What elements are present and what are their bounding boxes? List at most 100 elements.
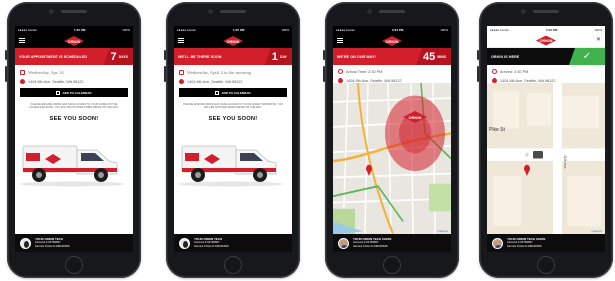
app-screen: ●●●●● Carrier 1:45 PM 100% ORKIN WE'LL B… <box>174 26 292 252</box>
front-camera <box>208 9 213 14</box>
status-time: 2:30 PM <box>546 28 558 32</box>
speaker-grill <box>220 10 246 13</box>
clock-icon <box>492 69 497 74</box>
orkin-logo: ORKIN <box>536 35 556 46</box>
add-to-calendar-button[interactable]: ADD TO CALENDAR <box>179 88 287 97</box>
menu-icon[interactable] <box>178 38 184 43</box>
tech-info-bar[interactable]: YOUR ORKIN TECH Account # 04784567 Servi… <box>15 234 133 252</box>
countdown-banner: WE'RE ON OUR WAY! 45 MINS <box>333 48 451 65</box>
address-row: 1404 6th Ave, Seattle, WA 98122 <box>15 77 133 86</box>
service-truck-image <box>174 128 292 188</box>
app-header: ORKIN <box>15 34 133 48</box>
location-pin-icon <box>179 79 184 84</box>
tech-avatar <box>492 237 503 249</box>
avenue-label: 11th Ave <box>563 155 567 169</box>
home-button[interactable] <box>537 256 555 274</box>
access-note: PLEASE ENSURE ORKIN HAS SAFE ACCESS TO Y… <box>183 103 283 110</box>
app-header: ORKIN <box>174 34 292 48</box>
menu-icon[interactable] <box>19 38 25 43</box>
app-screen: ●●●●● Carrier 2:30 PM 100% ORKIN ✕ ORKIN… <box>487 26 605 252</box>
address-text: 1404 6th Ave, Seattle, WA 98122 <box>346 78 402 83</box>
battery-label: 100% <box>594 28 602 32</box>
phone-appointment-scheduled: ●●●●● Carrier 1:45 PM 100% ORKIN YOUR AP… <box>5 2 141 278</box>
countdown-banner: YOUR APPOINTMENT IS SCHEDULED 7 DAYS <box>15 48 133 65</box>
address-text: 1404 6th Ave, Seattle, WA 98122 <box>500 78 556 83</box>
arrival-time: Arrival Time: 2:30 PM <box>346 69 383 74</box>
home-button[interactable] <box>65 256 83 274</box>
carrier-label: ●●●●● Carrier <box>336 28 356 32</box>
map-credit: mapbox <box>591 229 602 233</box>
speaker-grill <box>61 10 87 13</box>
countdown-banner: WE'LL BE THERE SOON 1 DAY <box>174 48 292 65</box>
service-ticket: Service Ticket # 230246645 <box>35 243 70 248</box>
orkin-logo: ORKIN <box>223 36 243 46</box>
front-camera <box>49 9 54 14</box>
street-map <box>487 83 605 234</box>
status-bar: ●●●●● Carrier 2:30 PM 100% <box>487 26 605 34</box>
tracking-map[interactable]: ORKIN mapbox <box>333 83 451 234</box>
service-truck-image <box>15 128 133 188</box>
countdown-unit: MINS <box>437 54 446 59</box>
arrival-map[interactable]: Pike St 11th Ave mapbox <box>487 83 605 234</box>
arrival-row: Arrived: 2:30 PM <box>487 67 605 76</box>
calendar-add-icon <box>56 90 61 95</box>
tech-info-bar[interactable]: YOUR ORKIN TECH CHRIS Account # 04784567… <box>333 234 451 252</box>
battery-label: 100% <box>122 28 130 32</box>
countdown-number: 1 <box>271 50 278 63</box>
street-label: Pike St <box>489 127 505 133</box>
address-row: 1404 6th Ave, Seattle, WA 98122 <box>174 77 292 86</box>
menu-icon[interactable] <box>337 38 343 43</box>
countdown-number: 45 <box>423 50 436 63</box>
phone-one-day-away: ●●●●● Carrier 1:45 PM 100% ORKIN WE'LL B… <box>164 2 300 278</box>
banner-text: ORKIN IS HERE <box>491 54 520 59</box>
service-ticket: Service Ticket # 230246645 <box>507 243 542 248</box>
countdown-number: 7 <box>110 50 117 63</box>
phone-orkin-is-here: ●●●●● Carrier 2:30 PM 100% ORKIN ✕ ORKIN… <box>477 2 613 278</box>
home-button[interactable] <box>224 256 242 274</box>
tech-info-bar[interactable]: YOUR ORKIN TECH CHRIS Account # 04784567… <box>487 234 605 252</box>
tech-avatar <box>338 237 349 249</box>
add-to-calendar-label: ADD TO CALENDAR <box>221 90 251 95</box>
map-credit: mapbox <box>437 229 448 233</box>
orkin-logo: ORKIN <box>64 36 84 46</box>
carrier-label: ●●●●● Carrier <box>18 28 38 32</box>
appointment-date: Wednesday, April 4 in the morning <box>187 70 252 75</box>
orkin-logo: ORKIN <box>382 36 402 46</box>
status-time: 1:45 PM <box>233 28 245 32</box>
status-time: 2:04 PM <box>392 28 404 32</box>
street-map <box>333 83 451 234</box>
home-button[interactable] <box>383 256 401 274</box>
checkmark-icon: ✓ <box>569 48 605 65</box>
countdown-badge: 45 MINS <box>416 48 451 65</box>
app-header: ORKIN <box>333 34 451 48</box>
close-icon[interactable]: ✕ <box>596 37 601 43</box>
app-screen: ●●●●● Carrier 2:04 PM 100% ORKIN WE'RE O… <box>333 26 451 252</box>
arrival-row: Arrival Time: 2:30 PM <box>333 67 451 76</box>
service-ticket: Service Ticket # 230246645 <box>194 243 229 248</box>
status-bar: ●●●●● Carrier 1:45 PM 100% <box>174 26 292 34</box>
battery-label: 100% <box>440 28 448 32</box>
banner-text: WE'LL BE THERE SOON <box>178 54 222 59</box>
add-to-calendar-button[interactable]: ADD TO CALENDAR <box>20 88 128 97</box>
tech-details: YOUR ORKIN TECH CHRIS Account # 04784567… <box>507 237 545 248</box>
access-note: PLEASE ENSURE ORKIN HAS SAFE ACCESS TO Y… <box>29 103 119 110</box>
banner-text: WE'RE ON OUR WAY! <box>337 54 376 59</box>
see-you-soon-heading: SEE YOU SOON! <box>49 115 99 122</box>
location-pin-icon <box>20 79 25 84</box>
app-header: ORKIN ✕ <box>487 34 605 48</box>
countdown-unit: DAY <box>279 54 287 59</box>
app-screen: ●●●●● Carrier 1:45 PM 100% ORKIN YOUR AP… <box>15 26 133 252</box>
status-bar: ●●●●● Carrier 1:45 PM 100% <box>15 26 133 34</box>
add-to-calendar-label: ADD TO CALENDAR <box>62 90 92 95</box>
truck-illustration <box>179 145 283 187</box>
calendar-icon <box>20 70 25 75</box>
status-time: 1:45 PM <box>74 28 86 32</box>
address-text: 1404 6th Ave, Seattle, WA 98122 <box>28 79 84 84</box>
date-row: Wednesday, Apr 14 <box>15 68 133 77</box>
status-bar: ●●●●● Carrier 2:04 PM 100% <box>333 26 451 34</box>
carrier-label: ●●●●● Carrier <box>177 28 197 32</box>
clock-icon <box>338 69 343 74</box>
speaker-grill <box>379 10 405 13</box>
tech-info-bar[interactable]: YOUR ORKIN TECH Account # 04784567 Servi… <box>174 234 292 252</box>
countdown-badge: 1 DAY <box>264 48 292 65</box>
